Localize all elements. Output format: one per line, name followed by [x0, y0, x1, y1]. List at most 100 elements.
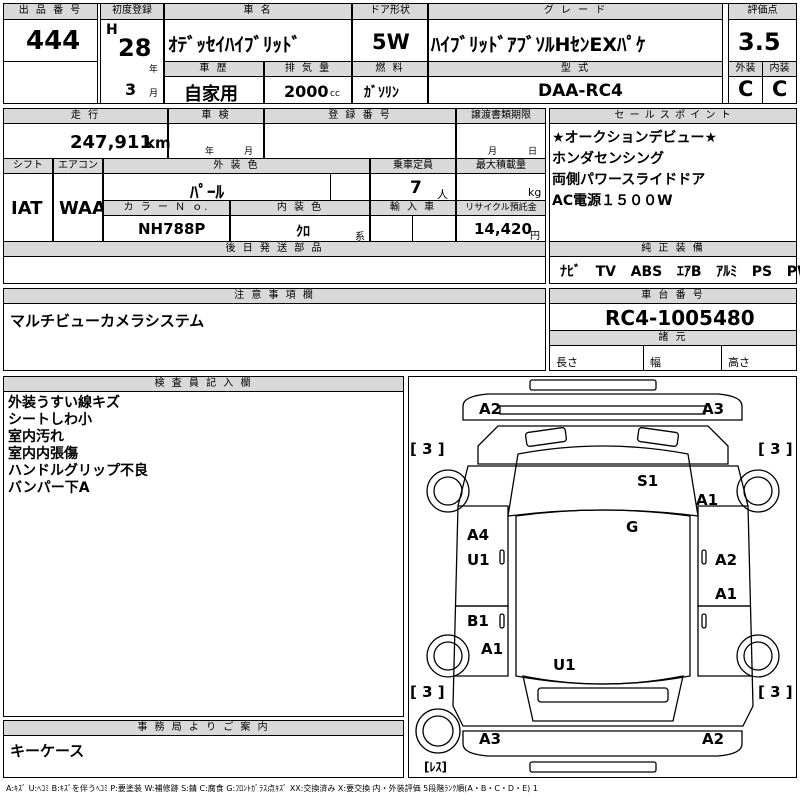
diagram-spare: [ﾚｽ]: [424, 760, 447, 774]
mileage: 247,911: [70, 132, 152, 153]
diagram-rear-hatch: U1: [553, 656, 576, 674]
equipment-list: ﾅﾋﾞ TV ABS ｴｱB ｱﾙﾐ PS PW: [560, 261, 800, 281]
recycle: 14,420: [474, 220, 532, 238]
notes: マルチビューカメラシステム: [10, 312, 205, 330]
door-type: 5W: [372, 30, 410, 54]
diagram-tire-fl: [ 3 ]: [410, 440, 445, 458]
diagram-left-rear-door: B1: [467, 612, 489, 630]
history-header: 車 歴: [164, 61, 264, 77]
fuel-header: 燃 料: [352, 61, 428, 77]
notes-header: 注 意 事 項 欄: [3, 288, 546, 304]
inspection-header: 車 検: [168, 108, 264, 124]
first-reg-month: 3: [125, 80, 137, 99]
ext-color-header: 外 装 色: [103, 158, 370, 174]
mileage-header: 走 行: [3, 108, 168, 124]
transfer-header: 譲渡書類期限: [456, 108, 546, 124]
lot-blank: [3, 61, 98, 104]
aircon-header: エアコン: [53, 158, 103, 174]
first-reg-month-unit: 月: [149, 89, 159, 99]
inspector-item: バンパー下A: [8, 480, 90, 496]
equipment-item: ｱﾙﾐ: [716, 264, 738, 280]
windshield-shape: [507, 445, 699, 517]
first-reg-year: 28: [118, 34, 152, 62]
history: 自家用: [184, 84, 238, 105]
tire-rr-shape: [736, 634, 780, 678]
front-bumper-inner-shape: [499, 405, 706, 415]
score-int: C: [772, 77, 788, 101]
capacity: 7: [410, 178, 422, 198]
car-name-header: 車 名: [164, 3, 352, 20]
sales-point-item: ホンダセンシング: [552, 151, 664, 167]
tire-rl-inner-shape: [433, 641, 463, 671]
tire-fl-shape: [426, 469, 470, 513]
equipment-item: ﾅﾋﾞ: [560, 264, 581, 280]
int-color: ｸﾛ: [296, 224, 310, 240]
diagram-left-front-door: A4: [467, 526, 490, 544]
diagram-tire-fr: [ 3 ]: [758, 440, 793, 458]
inspection-month-unit: 月: [244, 147, 254, 157]
sales-points-list: ★オークションデビュー★ ホンダセンシング 両側パワースライドドア AC電源１５…: [552, 130, 717, 210]
diagram-right-front-fender: A1: [696, 491, 719, 509]
displacement-unit: cc: [330, 89, 340, 99]
spec-width: 幅: [650, 356, 661, 369]
transfer-month-unit: 月: [488, 147, 498, 157]
mileage-unit: km: [145, 134, 171, 152]
left-rear-handle-shape: [499, 613, 505, 629]
diagram-rear-right: A2: [702, 730, 725, 748]
score-value: 3.5: [738, 28, 781, 56]
chassis-header: 車 台 番 号: [549, 288, 797, 304]
recycle-unit: 円: [530, 231, 540, 242]
diagram-left-front-door-2: U1: [467, 551, 490, 569]
diagram-front-left: A2: [479, 400, 502, 418]
inspection-year-unit: 年: [205, 147, 215, 157]
score-ext-header: 外装: [728, 61, 763, 77]
inspector-item: ハンドルグリップ不良: [8, 463, 148, 479]
import-cell-2: [412, 215, 456, 242]
shift: IAT: [11, 198, 43, 219]
legend: A:ｷｽﾞ U:ﾍｺﾐ B:ｷｽﾞを伴うﾍｺﾐ P:要塗装 W:補修跡 S:錆 …: [6, 784, 538, 793]
rear-bumper-shape: [462, 730, 743, 757]
office-note: キーケース: [10, 742, 85, 760]
rear-plate-shape: [529, 761, 657, 773]
diagram-rear-left: A3: [479, 730, 502, 748]
import-header: 輸 入 車: [370, 200, 456, 216]
grade-header: グ レ ー ド: [428, 3, 723, 20]
inspector-item: 室内内張傷: [8, 446, 78, 462]
lot-number: 444: [26, 26, 81, 56]
displacement: 2000: [284, 82, 329, 101]
recycle-header: リサイクル預託金: [456, 200, 546, 216]
spec-length: 長さ: [556, 356, 578, 369]
diagram-left-rear-fender: A1: [481, 640, 504, 658]
rear-lights-shape: [537, 687, 669, 703]
sales-point-item: AC電源１５００W: [552, 193, 673, 209]
office-header: 事 務 局 よ り ご 案 内: [3, 720, 404, 736]
diagram-tire-rr: [ 3 ]: [758, 683, 793, 701]
model: DAA-RC4: [538, 81, 623, 101]
transfer-day-unit: 日: [528, 147, 538, 157]
hood-shape: [477, 425, 729, 465]
chassis-number: RC4-1005480: [605, 306, 755, 330]
front-grille-shape: [529, 379, 657, 391]
headlight-right-shape: [636, 427, 680, 447]
score-int-header: 内装: [762, 61, 797, 77]
inspector-list: 外装うすい線キズ シートしわ小 室内汚れ 室内内張傷 ハンドルグリップ不良 バン…: [8, 395, 148, 497]
shift-header: シフト: [3, 158, 53, 174]
tire-rl-shape: [426, 634, 470, 678]
car-diagram: [415, 379, 780, 773]
rear-window-shape: [522, 675, 684, 722]
diagram-right-rear-door: A1: [715, 585, 738, 603]
later-parts-cell: [3, 256, 546, 284]
inspector-item: シートしわ小: [8, 412, 92, 428]
grade: ﾊｲﾌﾞﾘｯﾄﾞｱﾌﾞｿﾙHｾﾝEXﾊﾟｹ: [431, 34, 646, 56]
max-load-unit: kg: [528, 186, 542, 199]
capacity-header: 乗車定員: [370, 158, 456, 174]
first-reg-year-unit: 年: [149, 65, 159, 75]
diagram-roof: S1: [637, 472, 659, 490]
spare-tire-inner-shape: [422, 715, 454, 747]
displacement-header: 排 気 量: [264, 61, 352, 77]
reg-number-cell: [264, 123, 456, 159]
first-reg-era: H: [106, 22, 118, 38]
spec-height: 高さ: [728, 356, 750, 369]
color-no-header: カ ラ ー Ｎ ｏ.: [103, 200, 230, 216]
equipment-item: PS: [751, 264, 773, 280]
